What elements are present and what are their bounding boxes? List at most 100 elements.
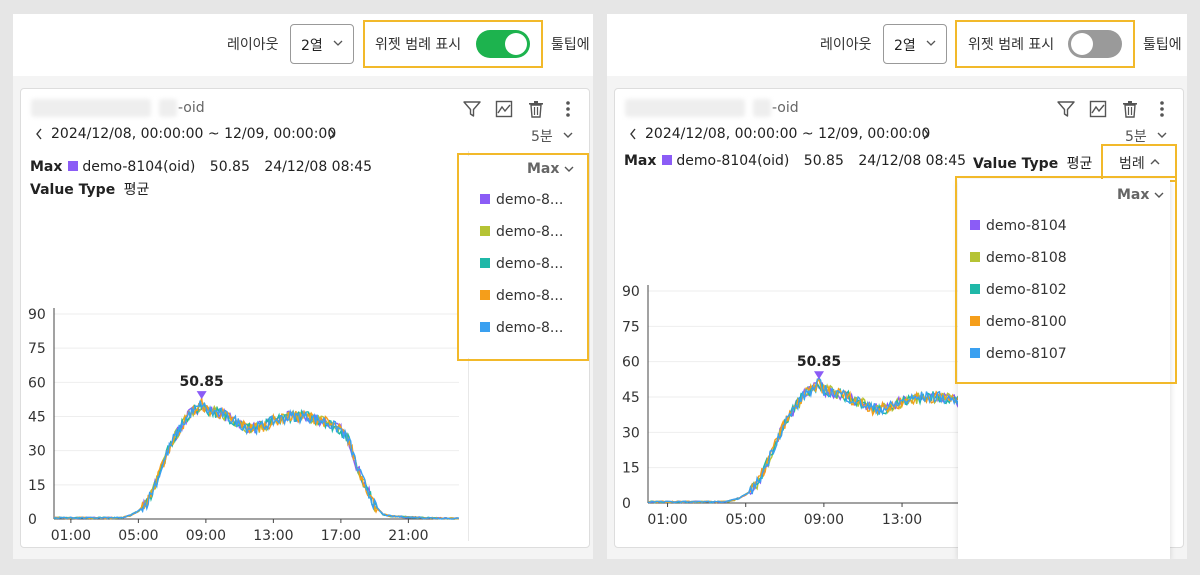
chevron-down-icon: [333, 40, 343, 46]
legend-item-label: demo-8107: [986, 346, 1067, 362]
widget-legend-toggle[interactable]: [1068, 30, 1122, 58]
toggle-knob: [505, 33, 527, 55]
legend-item[interactable]: demo-8108: [970, 250, 1067, 266]
layout-label: 레이아웃: [820, 37, 872, 53]
y-tick-label: 45: [28, 410, 46, 426]
chevron-down-icon[interactable]: [564, 165, 574, 174]
legend-item[interactable]: demo-8102: [970, 282, 1067, 298]
widget-panel-left: 레이아웃 2열 위젯 범례 표시 툴팁에 -oid 2024/12/08, 00…: [13, 14, 593, 559]
trash-icon[interactable]: [526, 99, 546, 119]
legend-item-label: demo-8...: [496, 192, 564, 208]
filter-icon[interactable]: [462, 99, 482, 119]
toolbar: 레이아웃 2열 위젯 범례 표시 툴팁에: [13, 14, 593, 76]
legend-toggle-button[interactable]: 범례: [1104, 147, 1174, 179]
widget-legend-label: 위젯 범례 표시: [375, 37, 462, 53]
chevron-down-icon[interactable]: [1154, 191, 1164, 200]
widget-panel-right: 레이아웃 2열 위젯 범례 표시 툴팁에 -oid 2024/12/08, 00…: [607, 14, 1187, 559]
y-tick-label: 60: [622, 355, 640, 371]
legend-item[interactable]: demo-8...: [480, 256, 563, 272]
series-swatch: [480, 194, 490, 204]
value-type: 평균: [123, 182, 150, 198]
chevron-down-icon: [926, 40, 936, 46]
date-range[interactable]: 2024/12/08, 00:00:00 ~ 12/09, 00:00:00: [51, 126, 336, 142]
value-type: 평균: [1066, 156, 1093, 172]
legend-item[interactable]: demo-8...: [480, 320, 563, 336]
peak-marker: [813, 371, 824, 380]
value-type-label: Value Type: [973, 156, 1059, 172]
interval-select[interactable]: 5분: [531, 126, 553, 146]
x-tick-label: 13:00: [253, 528, 293, 544]
legend-toggle-label: 범례: [1119, 156, 1145, 172]
x-tick-label: 05:00: [118, 528, 158, 544]
legend-item[interactable]: demo-8...: [480, 224, 563, 240]
chevron-up-icon: [1150, 159, 1160, 165]
more-vertical-icon[interactable]: [558, 99, 578, 119]
legend-item-label: demo-8100: [986, 314, 1067, 330]
series-swatch: [970, 348, 980, 358]
chevron-down-icon[interactable]: [562, 130, 574, 140]
widget-title-blurred-2: [753, 99, 771, 117]
x-tick-label: 01:00: [51, 528, 91, 544]
chevron-down-icon[interactable]: [1156, 130, 1168, 140]
y-tick-label: 0: [28, 512, 37, 528]
legend-item-label: demo-8108: [986, 250, 1067, 266]
legend-item[interactable]: demo-8107: [970, 346, 1067, 362]
y-tick-label: 30: [622, 425, 640, 441]
legend-sort-label[interactable]: Max: [527, 161, 559, 177]
legend-item-label: demo-8...: [496, 224, 564, 240]
legend-item[interactable]: demo-8...: [480, 288, 563, 304]
max-item: demo-8104(oid): [676, 153, 790, 169]
series-line-demo-8108: [54, 401, 459, 520]
peak-label: 50.85: [180, 374, 224, 390]
y-tick-label: 90: [622, 284, 640, 300]
layout-select[interactable]: 2열: [883, 24, 947, 64]
max-time: 24/12/08 08:45: [264, 159, 373, 175]
legend-list: Max demo-8104 demo-8108 demo-8102 demo-8…: [958, 179, 1174, 381]
series-swatch: [68, 161, 79, 171]
chart-view-icon[interactable]: [1088, 99, 1108, 119]
chevron-left-icon[interactable]: [628, 127, 638, 141]
series-line-demo-8104: [54, 403, 459, 520]
widget-title-blurred: [625, 99, 745, 117]
max-info: Max demo-8104(oid) 50.85 24/12/08 08:45: [30, 159, 372, 175]
filter-icon[interactable]: [1056, 99, 1076, 119]
series-swatch: [480, 258, 490, 268]
y-tick-label: 15: [28, 478, 46, 494]
max-label: Max: [30, 159, 63, 175]
toolbar: 레이아웃 2열 위젯 범례 표시 툴팁에: [607, 14, 1187, 76]
max-item: demo-8104(oid): [82, 159, 196, 175]
y-tick-label: 30: [28, 444, 46, 460]
legend-item-label: demo-8102: [986, 282, 1067, 298]
y-tick-label: 0: [622, 496, 631, 512]
date-range[interactable]: 2024/12/08, 00:00:00 ~ 12/09, 00:00:00: [645, 126, 930, 142]
tooltip-label: 툴팁에: [551, 37, 590, 53]
legend-item[interactable]: demo-8100: [970, 314, 1067, 330]
chevron-left-icon[interactable]: [34, 127, 44, 141]
legend-sort-label[interactable]: Max: [1117, 187, 1149, 203]
series-line-demo-8107: [54, 400, 459, 520]
x-tick-label: 17:00: [321, 528, 361, 544]
line-chart: 0 15 30 45 60 75 90 01:00 05:00 09:00 13:00 17:00 21…: [28, 307, 459, 544]
chevron-right-icon[interactable]: [327, 127, 337, 141]
widget-legend-toggle[interactable]: [476, 30, 530, 58]
max-time: 24/12/08 08:45: [858, 153, 967, 169]
series-swatch: [970, 316, 980, 326]
y-tick-label: 45: [622, 390, 640, 406]
value-type-info: Value Type 평균: [30, 179, 149, 199]
y-tick-label: 60: [28, 375, 46, 391]
interval-select[interactable]: 5분: [1125, 126, 1147, 146]
legend-item[interactable]: demo-8104: [970, 218, 1067, 234]
more-vertical-icon[interactable]: [1152, 99, 1172, 119]
chevron-right-icon[interactable]: [921, 127, 931, 141]
legend-item[interactable]: demo-8...: [480, 192, 563, 208]
max-label: Max: [624, 153, 657, 169]
y-tick-label: 75: [28, 341, 46, 357]
value-type-label: Value Type: [30, 182, 116, 198]
layout-label: 레이아웃: [227, 37, 279, 53]
max-value: 50.85: [803, 153, 844, 169]
x-tick-label: 09:00: [804, 512, 844, 528]
max-info: Max demo-8104(oid) 50.85 24/12/08 08:45: [624, 153, 966, 169]
trash-icon[interactable]: [1120, 99, 1140, 119]
layout-select[interactable]: 2열: [290, 24, 354, 64]
chart-view-icon[interactable]: [494, 99, 514, 119]
